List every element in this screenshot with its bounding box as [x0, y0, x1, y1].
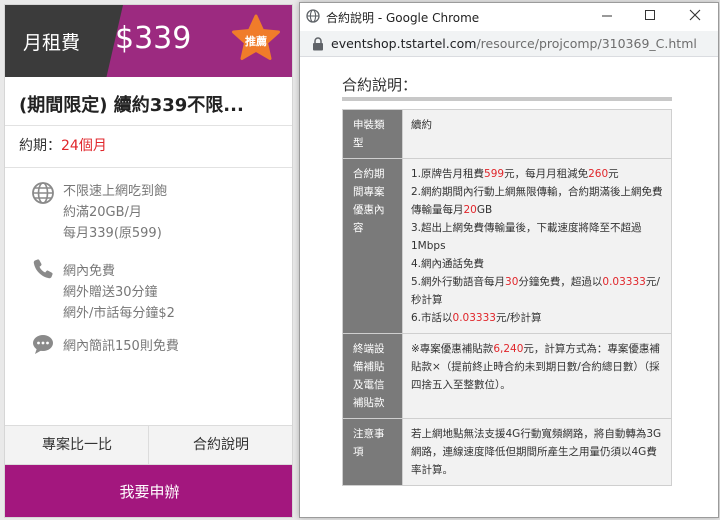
- highlighted-value: 0.03333: [452, 312, 496, 324]
- divider: [5, 125, 292, 126]
- contract-text: 分鐘免費，超過以: [518, 276, 603, 288]
- recommend-star-badge: 推薦: [231, 13, 281, 63]
- contract-term: 約期：24個月: [19, 135, 107, 155]
- contract-row-label: 合約期間專案優惠內容: [342, 158, 403, 334]
- lock-icon: [313, 37, 323, 51]
- contract-heading: 合約說明：: [342, 76, 418, 94]
- url-host: eventshop.tstartel.com: [331, 36, 477, 51]
- contract-table: 申裝類型 續約 合約期間專案優惠內容 1.原牌告月租費599元，每月月租減免260元 2…: [342, 109, 672, 486]
- url-text: eventshop.tstartel.com/resource/projcomp…: [331, 36, 697, 51]
- contract-text: 5.網外行動語音每月: [411, 276, 506, 288]
- compare-plans-button[interactable]: 專案比一比: [5, 426, 149, 465]
- apply-button[interactable]: 我要申辦: [5, 465, 292, 517]
- window-title: 合約說明 - Google Chrome: [326, 11, 480, 25]
- heading-rule: [342, 97, 672, 101]
- highlighted-value: 6,240: [493, 343, 524, 355]
- monthly-fee-label: 月租費: [23, 32, 81, 54]
- highlighted-value: 0.03333: [602, 276, 646, 288]
- page-content: 合約說明： 申裝類型 續約 合約期間專案優惠內容 1.原牌告月租費599元，每月月租減…: [300, 58, 718, 517]
- contract-row-label: 注意事項: [342, 418, 403, 486]
- close-button[interactable]: [678, 5, 712, 29]
- window-titlebar: 合約說明 - Google Chrome: [300, 3, 718, 31]
- maximize-icon: [645, 10, 655, 20]
- feature-sms: 網內簡訊150則免費: [63, 336, 179, 357]
- contract-row-label: 終端設備補貼及電信補貼款: [342, 333, 403, 419]
- url-path: /resource/projcomp/310369_C.html: [476, 36, 697, 51]
- contract-text: 元: [608, 168, 619, 180]
- chat-bubble-icon: [31, 332, 57, 358]
- term-label: 約期：: [19, 138, 61, 154]
- contract-details-button[interactable]: 合約說明: [149, 426, 292, 465]
- globe-icon: [306, 9, 320, 23]
- contract-text: 2.網約期間內行動上網無限傳輸，合約期滿後上網免費傳輸量每月: [411, 186, 663, 216]
- browser-popup-window: 合約說明 - Google Chrome eventshop.tstartel.…: [299, 2, 719, 518]
- contract-text: 元/秒計算: [495, 312, 542, 324]
- feature-line: 網外贈送30分鐘: [63, 285, 158, 300]
- contract-text: 4.網內通話免費: [411, 258, 485, 270]
- term-value: 24個月: [61, 138, 107, 154]
- contract-row: 注意事項 若上網地點無法支援4G行動寬頻網路，將自動轉為3G網路，連線速度降低但期…: [342, 418, 672, 486]
- feature-line: 每月339(原599): [63, 226, 162, 241]
- contract-row-content: ※專案優惠補貼款6,240元，計算方式為：專案優惠補貼款×（提前終止時合約未到期…: [402, 333, 672, 419]
- contract-text: 元，每月月租減免: [504, 168, 589, 180]
- contract-text: 若上網地點無法支援4G行動寬頻網路，將自動轉為3G網路，連線速度降低但期間所產生…: [411, 428, 662, 476]
- minimize-icon: [602, 15, 612, 17]
- close-icon: [689, 9, 701, 21]
- contract-text: 6.市話以: [411, 312, 453, 324]
- highlighted-value: 20: [463, 204, 477, 216]
- feature-line: 不限速上網吃到飽: [63, 184, 168, 199]
- contract-row-content: 1.原牌告月租費599元，每月月租減免260元 2.網約期間內行動上網無限傳輸，合…: [402, 158, 672, 334]
- highlighted-value: 30: [505, 276, 519, 288]
- highlighted-value: 599: [484, 168, 505, 180]
- feature-data: 不限速上網吃到飽 約滿20GB/月 每月339(原599): [63, 181, 167, 244]
- contract-row: 終端設備補貼及電信補貼款 ※專案優惠補貼款6,240元，計算方式為：專案優惠補貼款…: [342, 333, 672, 419]
- plan-title: (期間限定) 續約339不限...: [19, 95, 244, 116]
- maximize-button[interactable]: [633, 5, 667, 29]
- feature-voice: 網內免費 網外贈送30分鐘 網外/市話每分鐘$2: [63, 261, 175, 324]
- monthly-price: $339: [115, 21, 192, 56]
- card-action-bar: 專案比一比 合約說明: [5, 425, 292, 465]
- contract-row-label: 申裝類型: [342, 109, 403, 159]
- highlighted-value: 260: [588, 168, 609, 180]
- contract-text: 續約: [411, 119, 432, 131]
- phone-icon: [31, 257, 57, 283]
- recommend-badge-label: 推薦: [245, 35, 267, 48]
- contract-text: 1.原牌告月租費: [411, 168, 485, 180]
- globe-icon: [31, 181, 57, 207]
- feature-line: 網外/市話每分鐘$2: [63, 306, 175, 321]
- plan-card: 月租費 $339 推薦 (期間限定) 續約339不限... 約期：24個月 不限…: [4, 4, 293, 518]
- minimize-button[interactable]: [590, 5, 624, 29]
- contract-row-content: 續約: [402, 109, 672, 159]
- feature-line: 網內簡訊150則免費: [63, 339, 179, 354]
- address-bar[interactable]: eventshop.tstartel.com/resource/projcomp…: [300, 31, 718, 57]
- contract-text: 3.超出上網免費傳輸量後，下載速度將降至不超過1Mbps: [411, 222, 642, 252]
- feature-line: 網內免費: [63, 264, 116, 279]
- contract-text: ※專案優惠補貼款: [411, 343, 494, 355]
- feature-line: 約滿20GB/月: [63, 205, 142, 220]
- contract-text: GB: [476, 204, 493, 216]
- divider: [5, 167, 292, 168]
- contract-row-content: 若上網地點無法支援4G行動寬頻網路，將自動轉為3G網路，連線速度降低但期間所產生…: [402, 418, 672, 486]
- price-header: 月租費 $339 推薦: [5, 5, 292, 77]
- contract-row: 申裝類型 續約: [342, 109, 672, 159]
- contract-row: 合約期間專案優惠內容 1.原牌告月租費599元，每月月租減免260元 2.網約期間內…: [342, 158, 672, 334]
